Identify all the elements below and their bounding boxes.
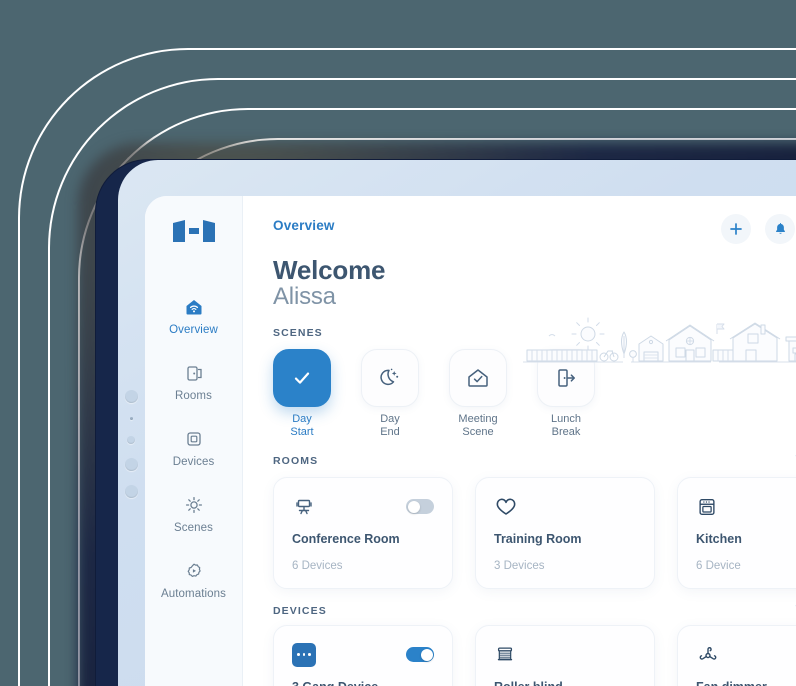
- breadcrumb: Overview: [273, 218, 335, 233]
- scene-day-start[interactable]: Day Start: [273, 348, 331, 439]
- door-icon: [184, 362, 204, 384]
- card-top: [696, 494, 796, 520]
- app-logo[interactable]: [171, 218, 217, 244]
- device-card-3-gang-device[interactable]: 3 Gang Device: [273, 624, 453, 686]
- toggle-knob: [420, 648, 433, 661]
- sidebar-item-overview[interactable]: Overview: [145, 296, 242, 336]
- side-button-3[interactable]: [124, 458, 138, 471]
- scene-label-line2: End: [380, 425, 400, 438]
- top-bar: Overview: [273, 214, 796, 244]
- cityscape-illustration: [521, 312, 796, 367]
- sun-icon: [184, 494, 204, 516]
- notifications-button[interactable]: [765, 214, 795, 244]
- room-name: Kitchen: [696, 531, 742, 546]
- gear-play-icon: [184, 560, 204, 582]
- device-name: Fan dimmer: [696, 680, 796, 686]
- scene-label-line2: Scene: [462, 425, 494, 438]
- office-chair-icon: [296, 499, 312, 515]
- card-top: [696, 642, 796, 668]
- sidebar-item-rooms[interactable]: Rooms: [145, 362, 242, 402]
- devices-section-header: DEVICES View all: [273, 605, 796, 617]
- main-content: Overview Welcome Alissa SCENES Day Start…: [243, 196, 796, 686]
- home-wifi-icon: [184, 296, 204, 318]
- roller-blind-icon: [497, 647, 513, 661]
- scene-label-line1: Meeting: [458, 412, 498, 425]
- scene-meeting[interactable]: Meeting Scene: [449, 348, 507, 439]
- sidebar-item-label: Rooms: [175, 390, 212, 402]
- house-check-icon: [468, 369, 488, 387]
- sidebar-item-label: Automations: [160, 588, 227, 600]
- sidebar-item-label: Scenes: [174, 522, 213, 534]
- card-top: [494, 494, 636, 520]
- rooms-list: Conference Room 6 Devices Training Room …: [273, 476, 796, 589]
- toggle-knob: [407, 500, 420, 513]
- section-title: ROOMS: [273, 454, 319, 467]
- plus-icon: [730, 223, 742, 235]
- card-top: [292, 642, 434, 668]
- scene-label-line1: Day: [380, 412, 400, 425]
- device-toggle[interactable]: [406, 647, 434, 663]
- device-name: 3 Gang Device: [292, 680, 434, 686]
- scene-tile[interactable]: [449, 348, 507, 407]
- room-toggle[interactable]: [406, 499, 434, 515]
- room-card-conference-room[interactable]: Conference Room 6 Devices: [273, 476, 453, 589]
- greeting-name: Alissa: [273, 283, 336, 311]
- heart-icon: [496, 498, 516, 515]
- side-button-2[interactable]: [127, 436, 135, 444]
- ceiling-fan-icon: [699, 646, 717, 660]
- scene-tile[interactable]: [273, 348, 331, 407]
- rooms-section-header: ROOMS View all: [273, 455, 796, 467]
- devices-list: 3 Gang Device Roller blind: [273, 624, 796, 686]
- switch-icon: [184, 428, 204, 450]
- room-device-count: 6 Devices: [292, 559, 343, 572]
- section-title: SCENES: [273, 326, 323, 339]
- check-icon: [294, 372, 310, 384]
- sidebar-item-automations[interactable]: Automations: [145, 560, 242, 600]
- room-device-count: 6 Device: [696, 559, 741, 572]
- scene-label: Day End: [361, 413, 419, 439]
- section-title: DEVICES: [273, 604, 327, 617]
- sidebar-item-label: Devices: [172, 456, 215, 468]
- card-top: [292, 494, 434, 520]
- three-dots-badge-icon: [292, 642, 316, 667]
- room-device-count: 3 Devices: [494, 559, 545, 572]
- oven-icon: [699, 498, 715, 515]
- card-top: [494, 642, 636, 668]
- greeting-block: Welcome Alissa: [273, 255, 796, 363]
- device-card-fan-dimmer[interactable]: Fan dimmer: [677, 624, 796, 686]
- device-card-roller-blind[interactable]: Roller blind: [475, 624, 655, 686]
- scene-tile[interactable]: [361, 348, 419, 407]
- sidebar-item-devices[interactable]: Devices: [145, 428, 242, 468]
- sidebar-item-scenes[interactable]: Scenes: [145, 494, 242, 534]
- side-button-1[interactable]: [124, 390, 138, 403]
- sidebar-item-label: Overview: [169, 324, 218, 336]
- add-button[interactable]: [721, 214, 751, 244]
- page-title: Welcome: [273, 255, 386, 285]
- tablet-side-buttons[interactable]: [120, 390, 142, 512]
- scene-label-line2: Break: [551, 425, 581, 438]
- room-card-training-room[interactable]: Training Room 3 Devices: [475, 476, 655, 589]
- exit-door-icon: [558, 369, 575, 387]
- device-name: Roller blind: [494, 680, 636, 686]
- moon-stars-icon: [380, 368, 399, 386]
- room-card-kitchen[interactable]: Kitchen 6 Device: [677, 476, 796, 589]
- scene-label: Lunch Break: [537, 413, 595, 439]
- side-indicator-dot: [129, 417, 133, 420]
- scene-day-end[interactable]: Day End: [361, 348, 419, 439]
- bell-icon: [775, 222, 785, 234]
- side-button-4[interactable]: [124, 485, 138, 498]
- app-screen: Overview Rooms Devices Scenes Automation…: [145, 196, 796, 686]
- scene-label-line2: Start: [290, 425, 314, 438]
- scene-label: Meeting Scene: [449, 413, 507, 439]
- sidebar: Overview Rooms Devices Scenes Automation…: [145, 196, 243, 686]
- scene-label-line1: Lunch: [551, 412, 581, 425]
- top-actions: [721, 214, 796, 244]
- scene-label: Day Start: [273, 413, 331, 439]
- room-name: Conference Room: [292, 531, 400, 546]
- scene-label-line1: Day: [292, 412, 312, 425]
- room-name: Training Room: [494, 531, 582, 546]
